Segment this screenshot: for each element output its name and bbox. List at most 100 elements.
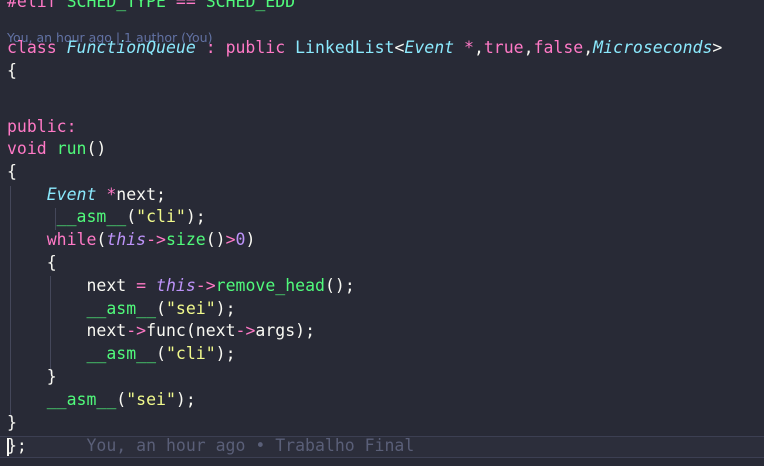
code-line[interactable]: class FunctionQueue : public LinkedList<… (7, 37, 722, 59)
code-token: "sei" (126, 390, 176, 409)
code-line[interactable]: public: (7, 116, 77, 138)
code-token: Event (404, 38, 455, 57)
code-token: Microseconds (593, 38, 713, 57)
code-line[interactable]: }; You, an hour ago • Trabalho Final (7, 435, 414, 457)
code-token: { (7, 61, 17, 80)
code-line[interactable]: __asm__("sei"); (7, 298, 235, 320)
code-token: ( (185, 321, 196, 340)
inline-blame-annotation: You, an hour ago • Trabalho Final (26, 436, 415, 455)
code-token: "cli" (165, 344, 216, 363)
code-token: < (394, 38, 405, 57)
code-line[interactable]: __asm__("sei"); (7, 389, 196, 411)
code-token: { (46, 253, 57, 272)
code-token: , (523, 38, 534, 57)
code-token: == (175, 0, 196, 11)
code-token: #elif (7, 0, 57, 11)
code-token: -> (126, 321, 147, 340)
code-token: args (255, 321, 296, 340)
code-token: false (533, 38, 584, 57)
code-line[interactable]: void run() (7, 138, 106, 160)
code-token: Event (46, 185, 97, 204)
code-line[interactable]: } (7, 366, 57, 388)
code-line[interactable]: #elif SCHED_TYPE == SCHED_EDD (7, 0, 295, 13)
code-token: } (46, 367, 57, 386)
code-token: next; (116, 185, 166, 204)
code-token: ( (156, 344, 166, 363)
code-token: : (205, 38, 216, 57)
code-line[interactable]: { (7, 252, 57, 274)
code-token: 0 (235, 230, 246, 249)
code-line[interactable]: __asm__("cli"); (7, 343, 236, 365)
code-token: { (7, 162, 17, 181)
code-line[interactable]: next->func(next->args); (7, 320, 315, 342)
code-token: () (205, 230, 226, 249)
code-token: __asm__ (86, 299, 157, 318)
code-token: -> (146, 230, 166, 249)
code-token: (); (324, 276, 355, 295)
code-token: class (7, 38, 57, 57)
code-token: this (106, 230, 147, 249)
code-editor[interactable]: You, an hour ago | 1 author (You) #elif … (0, 0, 764, 466)
code-line[interactable]: { (7, 161, 17, 183)
text-cursor (7, 438, 9, 456)
code-token: LinkedList (295, 38, 395, 57)
code-line[interactable]: next = this->remove_head(); (7, 275, 355, 297)
code-token: next (86, 276, 127, 295)
code-token: FunctionQueue (66, 38, 196, 57)
code-token: ); (215, 344, 236, 363)
code-line[interactable]: __asm__("cli"); (7, 206, 206, 228)
code-token: public: (7, 117, 77, 136)
code-token: this (156, 276, 196, 295)
code-token: , (473, 38, 484, 57)
code-line[interactable]: Event *next; (7, 184, 166, 206)
code-token: next (195, 321, 236, 340)
code-token: * (464, 38, 474, 57)
code-token: __asm__ (46, 390, 117, 409)
code-token: ); (295, 321, 316, 340)
code-token: * (106, 185, 117, 204)
code-token: ) (245, 230, 256, 249)
code-token: ( (116, 390, 127, 409)
code-token: next (86, 321, 127, 340)
code-line[interactable]: while(this->size()>0) (7, 229, 256, 251)
code-token: "cli" (136, 207, 186, 226)
code-line[interactable]: } (7, 412, 17, 434)
code-token: __asm__ (56, 207, 127, 226)
code-token: __asm__ (86, 344, 157, 363)
code-token: ); (185, 207, 206, 226)
code-token: true (483, 38, 524, 57)
code-token: () (86, 139, 107, 158)
code-token: func (146, 321, 186, 340)
code-token: ); (175, 390, 196, 409)
code-token: ( (156, 299, 166, 318)
code-token: void (7, 139, 47, 158)
code-token: -> (195, 276, 216, 295)
code-token: ( (96, 230, 107, 249)
code-token: remove_head (215, 276, 325, 295)
code-token: -> (235, 321, 256, 340)
code-token: "sei" (165, 299, 216, 318)
code-token: ( (126, 207, 137, 226)
code-token: size (165, 230, 206, 249)
code-token: }; (7, 436, 27, 455)
code-line[interactable]: { (7, 60, 17, 82)
